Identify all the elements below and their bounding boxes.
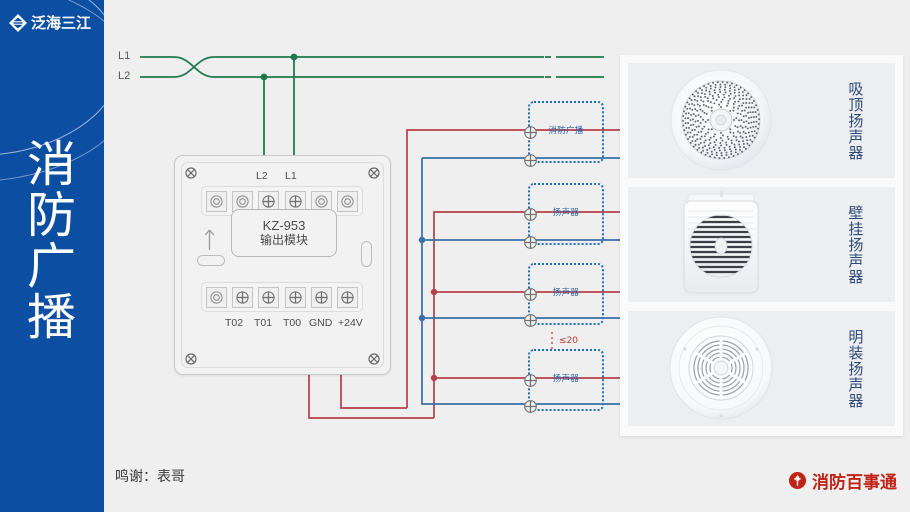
device-label: 扬声器 (552, 288, 580, 298)
device-terminal-bottom[interactable] (523, 313, 538, 328)
module-nameplate: KZ-953 输出模块 (231, 209, 337, 257)
red-junction-dot-2 (430, 374, 438, 382)
brand-name-text: 消防百事通 (812, 473, 897, 493)
surface-speaker-image (628, 311, 814, 426)
page-root: 泛海三江 消 防 广 播 L1 L2 L2 L1 KZ-953 输出模块 T02… (0, 0, 910, 512)
terminal-label-l2: L2 (256, 170, 268, 182)
blue-junction-dot-1 (418, 236, 426, 244)
company-logo-text: 泛海三江 (31, 14, 92, 32)
page-title-char-2: 防 (26, 186, 77, 244)
terminal-bottom-t02[interactable] (232, 286, 254, 308)
product-panel-surface: 明装扬声器 (628, 311, 895, 426)
terminal-top-6[interactable] (336, 190, 358, 212)
bus-break-marks (545, 56, 551, 78)
device-label: 扬声器 (552, 208, 580, 218)
module-screw-bottom-right (368, 352, 380, 365)
terminal-bottom-1[interactable] (206, 286, 227, 308)
terminal-label-24v: +24V (338, 317, 363, 329)
device-box-broadcast[interactable]: 消防广播 (524, 101, 604, 167)
terminal-top-1[interactable] (206, 190, 227, 212)
device-box-speaker-1[interactable]: 扬声器 (524, 183, 604, 249)
junction-dot-l1 (290, 53, 298, 61)
page-title-char-1: 消 (26, 136, 77, 193)
device-box-speaker-3[interactable]: 扬声器 (524, 349, 604, 413)
terminal-label-gnd: GND (309, 317, 333, 329)
product-caption-surface: 明装扬声器 (846, 328, 865, 409)
thanks-text: 鸣谢：表哥 (115, 469, 185, 485)
diamond-logo-icon (8, 13, 28, 33)
device-terminal-bottom[interactable] (523, 235, 538, 250)
device-box-speaker-2[interactable]: 扬声器 (524, 263, 604, 327)
red-junction-dot-1 (430, 288, 438, 296)
product-panel-group: 吸顶扬声器 壁挂扬声器 明装扬声器 (620, 55, 903, 436)
device-label: 消防广播 (548, 126, 584, 136)
terminal-bottom-gnd[interactable] (310, 286, 332, 308)
kz953-module[interactable]: L2 L1 KZ-953 输出模块 T02 T01 T00 GND +24V (174, 155, 391, 375)
terminal-bottom-t01[interactable] (258, 286, 280, 308)
page-title-char-3: 广 (26, 237, 77, 295)
wall-speaker-image (628, 187, 814, 302)
module-type-text: 输出模块 (259, 233, 308, 247)
terminal-label-l1: L1 (285, 170, 297, 182)
device-terminal-bottom[interactable] (523, 399, 538, 414)
terminal-block-bottom (201, 282, 363, 312)
blue-junction-dot-2 (418, 314, 426, 322)
product-panel-ceiling: 吸顶扬声器 (628, 63, 895, 178)
page-title: 消 防 广 播 (0, 136, 104, 346)
product-caption-wall: 壁挂扬声器 (846, 204, 865, 285)
module-screw-top-left (185, 166, 197, 179)
product-caption-ceiling: 吸顶扬声器 (846, 80, 865, 161)
module-screw-top-right (368, 166, 380, 179)
device-label: 扬声器 (552, 374, 580, 384)
junction-dot-l2 (260, 73, 268, 81)
terminal-label-t01: T01 (254, 317, 273, 329)
page-title-char-4: 播 (26, 288, 77, 346)
sidebar: 泛海三江 消 防 广 播 (0, 0, 104, 512)
terminal-label-t02: T02 (225, 317, 244, 329)
product-panel-wall: 壁挂扬声器 (628, 187, 895, 302)
device-terminal-bottom[interactable] (523, 153, 538, 168)
terminal-bottom-t00[interactable] (284, 286, 306, 308)
fire-badge-icon (788, 471, 807, 490)
ceiling-speaker-image (628, 63, 814, 178)
wiring-diagram: L1 L2 L2 L1 KZ-953 输出模块 T02 T01 T00 GND … (104, 0, 910, 512)
terminal-label-t00: T00 (283, 317, 302, 329)
brand-logo: 消防百事通 (788, 468, 897, 493)
speaker-limit-note: ≤20 (559, 336, 578, 346)
module-led-slot-right (361, 241, 372, 267)
company-logo: 泛海三江 (8, 10, 104, 36)
terminal-bottom-24v[interactable] (336, 286, 358, 308)
module-model-text: KZ-953 (262, 218, 306, 233)
module-screw-bottom-left (185, 352, 197, 365)
module-led-slot-left (197, 255, 225, 266)
up-arrow-icon (203, 228, 216, 257)
